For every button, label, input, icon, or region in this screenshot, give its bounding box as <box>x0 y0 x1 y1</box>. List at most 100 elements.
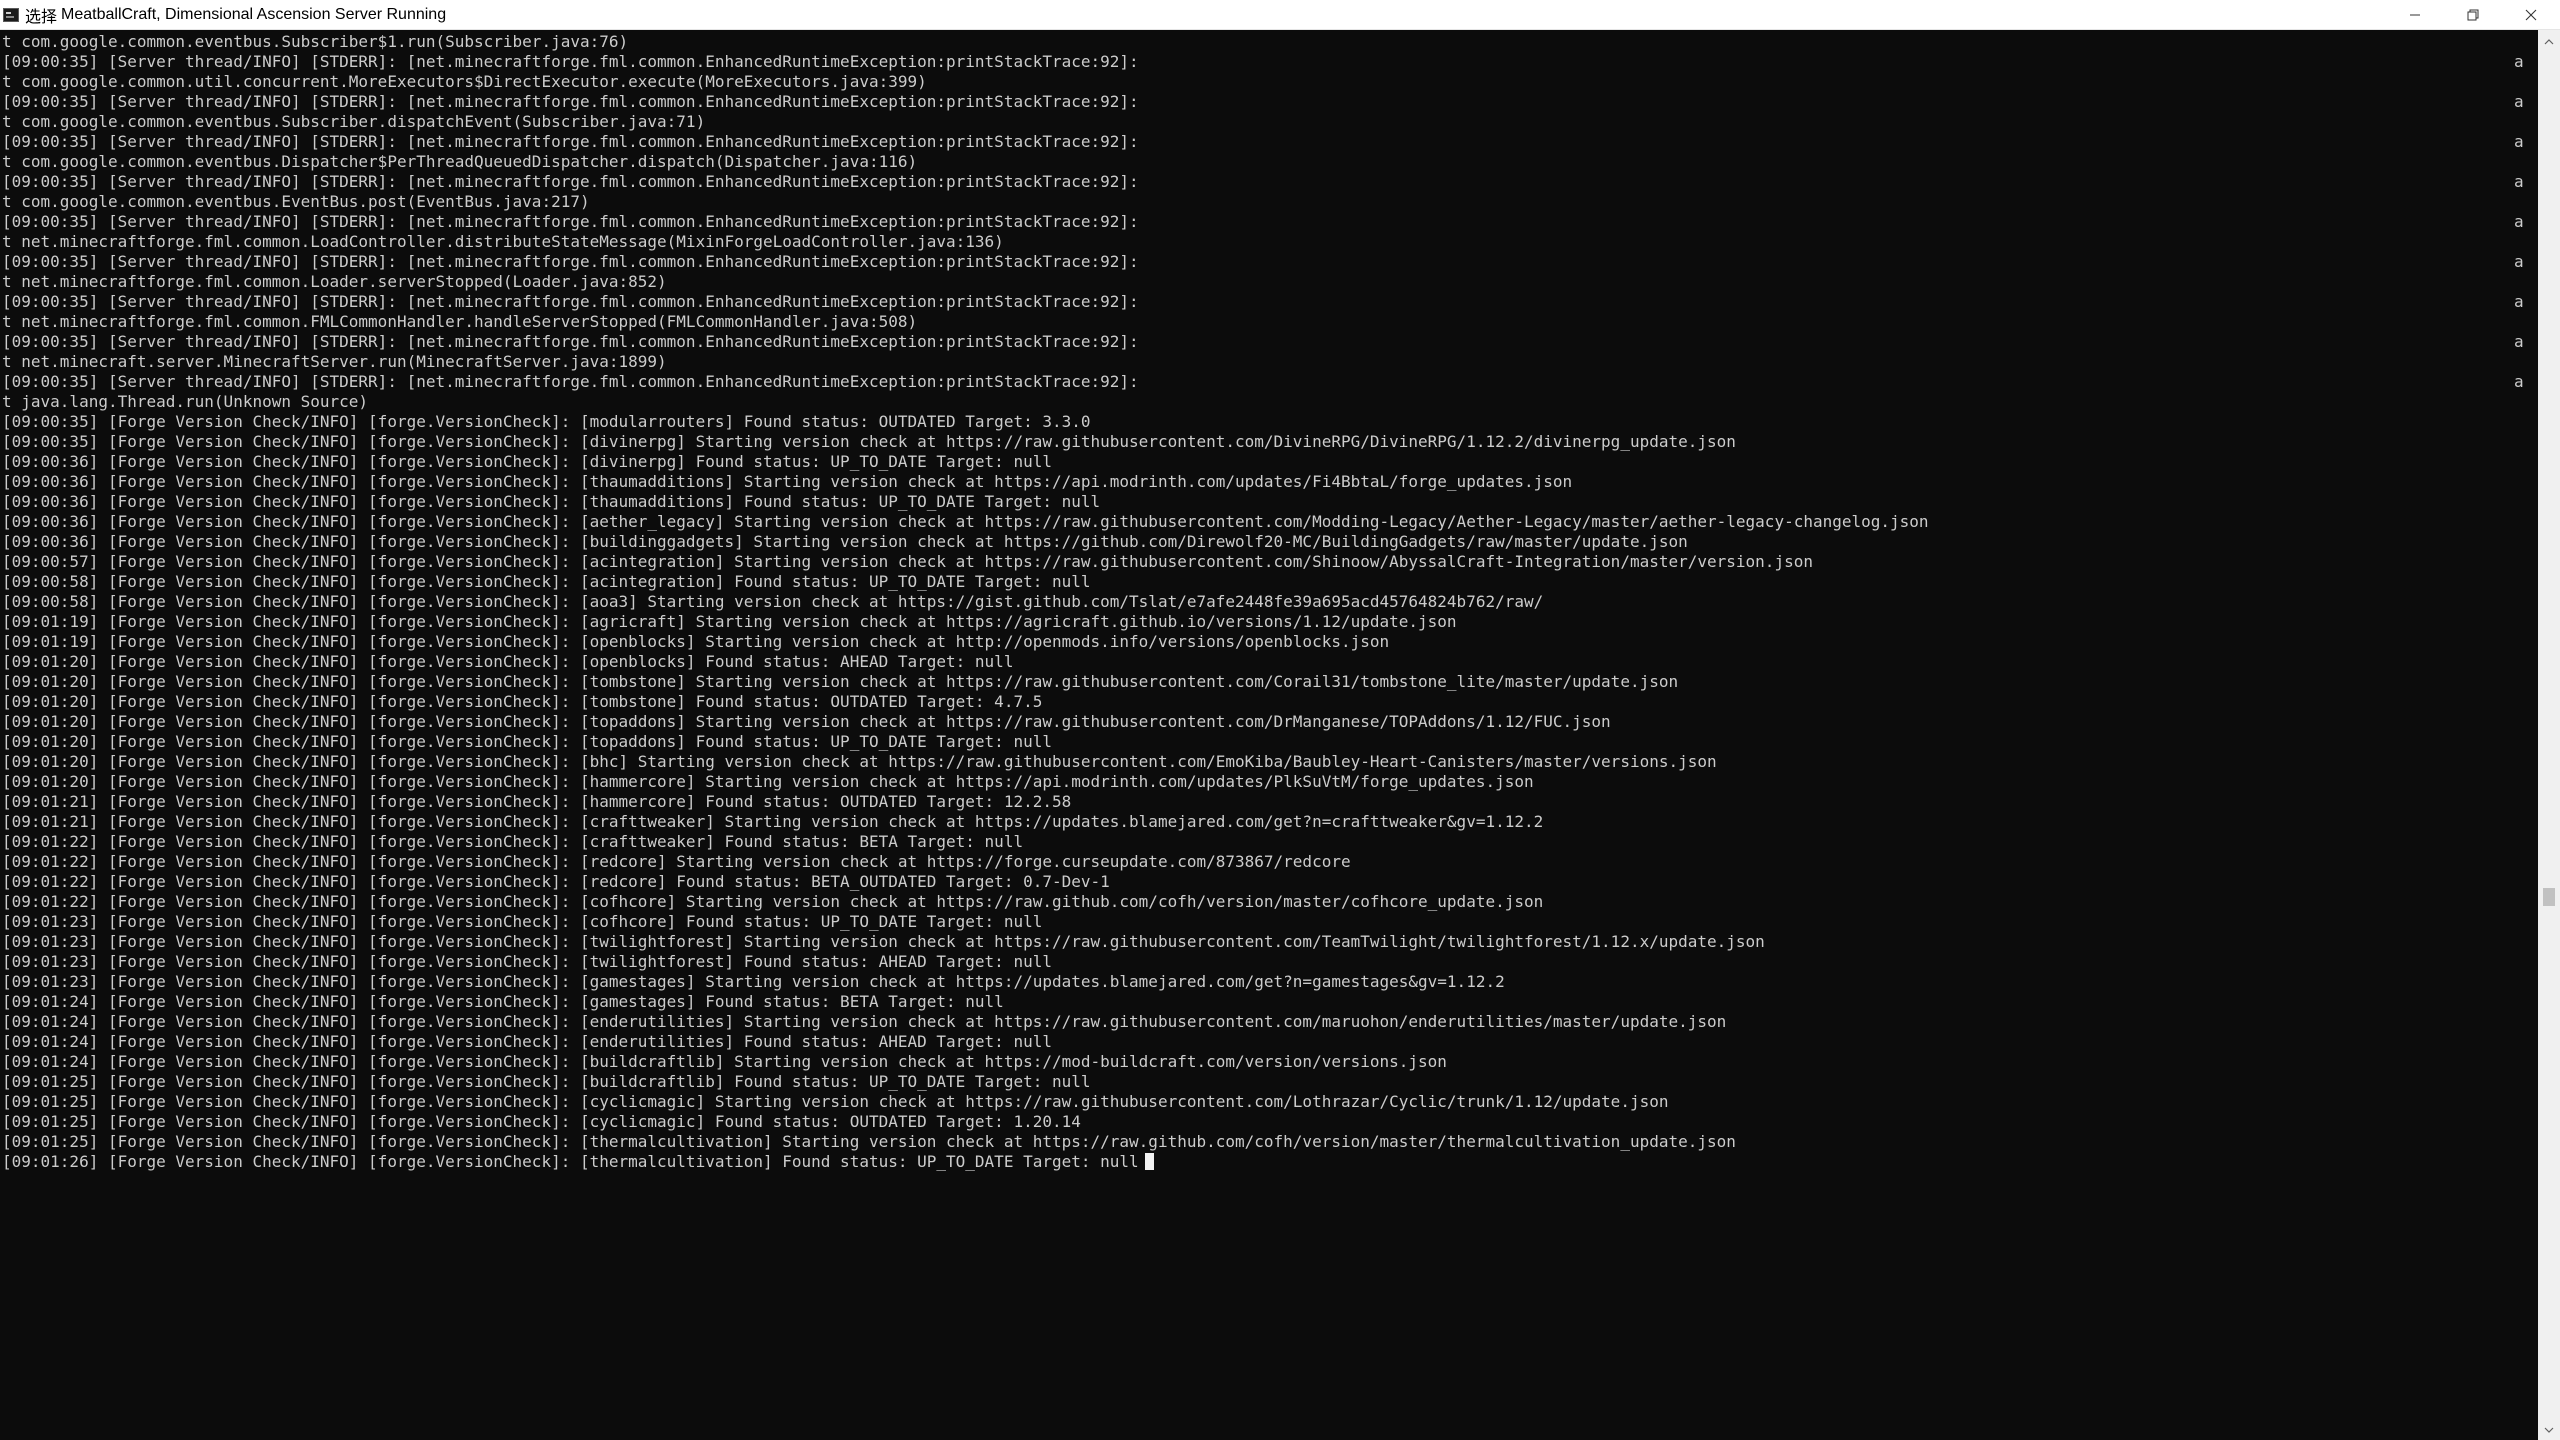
console-line-text: [09:00:58] [Forge Version Check/INFO] [f… <box>2 592 1544 611</box>
console-line-text: [09:00:35] [Server thread/INFO] [STDERR]… <box>2 132 1139 151</box>
console-line-text: [09:01:25] [Forge Version Check/INFO] [f… <box>2 1072 1091 1091</box>
console-line: [09:00:35] [Forge Version Check/INFO] [f… <box>2 432 1736 452</box>
console-window: 选择 MeatballCraft, Dimensional Ascension … <box>0 0 2560 1440</box>
console-line: [09:00:36] [Forge Version Check/INFO] [f… <box>2 452 1052 472</box>
console-line-text: t com.google.common.util.concurrent.More… <box>2 72 927 91</box>
console-line-text: [09:00:35] [Server thread/INFO] [STDERR]… <box>2 292 1139 311</box>
console-line-text: [09:00:35] [Forge Version Check/INFO] [f… <box>2 412 1091 431</box>
console-line-text: [09:00:36] [Forge Version Check/INFO] [f… <box>2 492 1101 511</box>
console-line: t com.google.common.eventbus.Subscriber.… <box>2 112 705 132</box>
wrapped-char: a <box>2514 212 2524 231</box>
console-line-text: [09:01:22] [Forge Version Check/INFO] [f… <box>2 892 1544 911</box>
title-prefix: 选择 <box>25 8 58 26</box>
console-line-text: [09:00:36] [Forge Version Check/INFO] [f… <box>2 472 1573 491</box>
console-line-text: [09:01:24] [Forge Version Check/INFO] [f… <box>2 1012 1727 1031</box>
wrapped-char: a <box>2514 92 2524 111</box>
wrapped-char: a <box>2514 332 2524 351</box>
console-line: [09:00:58] [Forge Version Check/INFO] [f… <box>2 572 1091 592</box>
console-line-text: [09:01:20] [Forge Version Check/INFO] [f… <box>2 672 1679 691</box>
console-line: [09:00:35] [Server thread/INFO] [STDERR]… <box>2 172 1139 192</box>
console-line: [09:01:23] [Forge Version Check/INFO] [f… <box>2 972 1505 992</box>
console-line-text: [09:01:22] [Forge Version Check/INFO] [f… <box>2 852 1351 871</box>
console-line-text: [09:01:19] [Forge Version Check/INFO] [f… <box>2 612 1457 631</box>
console-line: [09:00:36] [Forge Version Check/INFO] [f… <box>2 492 1100 512</box>
wrapped-char: a <box>2514 132 2524 151</box>
vertical-scrollbar[interactable] <box>2538 30 2560 1440</box>
console-line: [09:00:35] [Server thread/INFO] [STDERR]… <box>2 212 1139 232</box>
console-line: [09:01:23] [Forge Version Check/INFO] [f… <box>2 952 1052 972</box>
console-line-text: [09:00:35] [Server thread/INFO] [STDERR]… <box>2 172 1139 191</box>
console-line-text: [09:01:21] [Forge Version Check/INFO] [f… <box>2 812 1544 831</box>
scroll-up-arrow[interactable] <box>2538 30 2560 52</box>
console-line-text: t net.minecraftforge.fml.common.FMLCommo… <box>2 312 918 331</box>
console-line-text: [09:01:20] [Forge Version Check/INFO] [f… <box>2 772 1534 791</box>
console-line: t com.google.common.util.concurrent.More… <box>2 72 927 92</box>
console-line-text: [09:01:19] [Forge Version Check/INFO] [f… <box>2 632 1390 651</box>
console-line: [09:01:20] [Forge Version Check/INFO] [f… <box>2 772 1534 792</box>
scroll-down-arrow[interactable] <box>2538 1418 2560 1440</box>
console-line-text: [09:01:21] [Forge Version Check/INFO] [f… <box>2 792 1072 811</box>
console-line: [09:01:23] [Forge Version Check/INFO] [f… <box>2 932 1765 952</box>
console-line: [09:00:57] [Forge Version Check/INFO] [f… <box>2 552 1813 572</box>
console-line: [09:01:22] [Forge Version Check/INFO] [f… <box>2 872 1110 892</box>
console-line-text: t com.google.common.eventbus.Subscriber.… <box>2 112 706 131</box>
console-line-text: [09:01:25] [Forge Version Check/INFO] [f… <box>2 1132 1736 1151</box>
console-line: [09:01:24] [Forge Version Check/INFO] [f… <box>2 1012 1726 1032</box>
console-line: [09:00:35] [Server thread/INFO] [STDERR]… <box>2 372 1139 392</box>
console-line: [09:01:21] [Forge Version Check/INFO] [f… <box>2 792 1071 812</box>
console-line-text: [09:01:23] [Forge Version Check/INFO] [f… <box>2 972 1505 991</box>
console-line-text: [09:01:25] [Forge Version Check/INFO] [f… <box>2 1092 1669 1111</box>
console-output[interactable]: t com.google.common.eventbus.Subscriber$… <box>0 30 2530 1440</box>
maximize-button[interactable] <box>2444 0 2502 29</box>
console-line: [09:01:24] [Forge Version Check/INFO] [f… <box>2 1052 1447 1072</box>
console-line: [09:01:24] [Forge Version Check/INFO] [f… <box>2 992 1004 1012</box>
console-line-text: t com.google.common.eventbus.EventBus.po… <box>2 192 590 211</box>
console-line: t com.google.common.eventbus.EventBus.po… <box>2 192 590 212</box>
console-line: [09:00:35] [Server thread/INFO] [STDERR]… <box>2 292 1139 312</box>
console-line: [09:01:19] [Forge Version Check/INFO] [f… <box>2 612 1457 632</box>
console-line: [09:00:36] [Forge Version Check/INFO] [f… <box>2 512 1929 532</box>
window-controls <box>2386 0 2560 29</box>
scroll-thumb[interactable] <box>2543 888 2555 906</box>
console-line: [09:00:35] [Forge Version Check/INFO] [f… <box>2 412 1091 432</box>
console-line-text: [09:01:23] [Forge Version Check/INFO] [f… <box>2 932 1765 951</box>
console-line: [09:01:25] [Forge Version Check/INFO] [f… <box>2 1092 1668 1112</box>
close-button[interactable] <box>2502 0 2560 29</box>
console-line: [09:00:58] [Forge Version Check/INFO] [f… <box>2 592 1543 612</box>
console-line-text: [09:01:24] [Forge Version Check/INFO] [f… <box>2 1032 1052 1051</box>
wrapped-char: a <box>2514 372 2524 391</box>
console-line: [09:01:19] [Forge Version Check/INFO] [f… <box>2 632 1389 652</box>
console-line: [09:01:22] [Forge Version Check/INFO] [f… <box>2 832 1023 852</box>
console-line: [09:01:20] [Forge Version Check/INFO] [f… <box>2 652 1013 672</box>
console-line-text: [09:00:36] [Forge Version Check/INFO] [f… <box>2 512 1929 531</box>
console-line-text: [09:01:24] [Forge Version Check/INFO] [f… <box>2 992 1004 1011</box>
window-title: MeatballCraft, Dimensional Ascension Ser… <box>61 5 447 23</box>
wrapped-char: a <box>2514 172 2524 191</box>
console-line-text: t com.google.common.eventbus.Dispatcher$… <box>2 152 918 171</box>
console-line: t net.minecraftforge.fml.common.Loader.s… <box>2 272 667 292</box>
console-line: [09:00:36] [Forge Version Check/INFO] [f… <box>2 472 1572 492</box>
console-line-text: [09:01:26] [Forge Version Check/INFO] [f… <box>2 1152 1139 1171</box>
console-line-text: [09:01:22] [Forge Version Check/INFO] [f… <box>2 872 1110 891</box>
console-line: [09:01:20] [Forge Version Check/INFO] [f… <box>2 732 1052 752</box>
console-line-text: [09:00:35] [Server thread/INFO] [STDERR]… <box>2 212 1139 231</box>
console-line: [09:01:22] [Forge Version Check/INFO] [f… <box>2 852 1351 872</box>
title-bar[interactable]: 选择 MeatballCraft, Dimensional Ascension … <box>0 0 2560 30</box>
console-line-text: [09:00:35] [Forge Version Check/INFO] [f… <box>2 432 1736 451</box>
console-line-text: t net.minecraft.server.MinecraftServer.r… <box>2 352 667 371</box>
console-line-text: [09:00:35] [Server thread/INFO] [STDERR]… <box>2 372 1139 391</box>
console-line: t net.minecraftforge.fml.common.FMLCommo… <box>2 312 917 332</box>
minimize-button[interactable] <box>2386 0 2444 29</box>
restore-icon <box>2467 9 2479 21</box>
console-line-text: [09:01:23] [Forge Version Check/INFO] [f… <box>2 912 1043 931</box>
console-line-text: [09:00:35] [Server thread/INFO] [STDERR]… <box>2 252 1139 271</box>
console-line-text: t net.minecraftforge.fml.common.Loader.s… <box>2 272 667 291</box>
console-line-text: [09:01:23] [Forge Version Check/INFO] [f… <box>2 952 1052 971</box>
console-line-text: [09:00:36] [Forge Version Check/INFO] [f… <box>2 532 1688 551</box>
console-line: [09:00:36] [Forge Version Check/INFO] [f… <box>2 532 1688 552</box>
console-line-text: [09:00:57] [Forge Version Check/INFO] [f… <box>2 552 1813 571</box>
console-line-text: t net.minecraftforge.fml.common.LoadCont… <box>2 232 1004 251</box>
console-line: t com.google.common.eventbus.Dispatcher$… <box>2 152 917 172</box>
console-app-icon[interactable] <box>3 7 19 22</box>
console-line: [09:01:20] [Forge Version Check/INFO] [f… <box>2 672 1678 692</box>
